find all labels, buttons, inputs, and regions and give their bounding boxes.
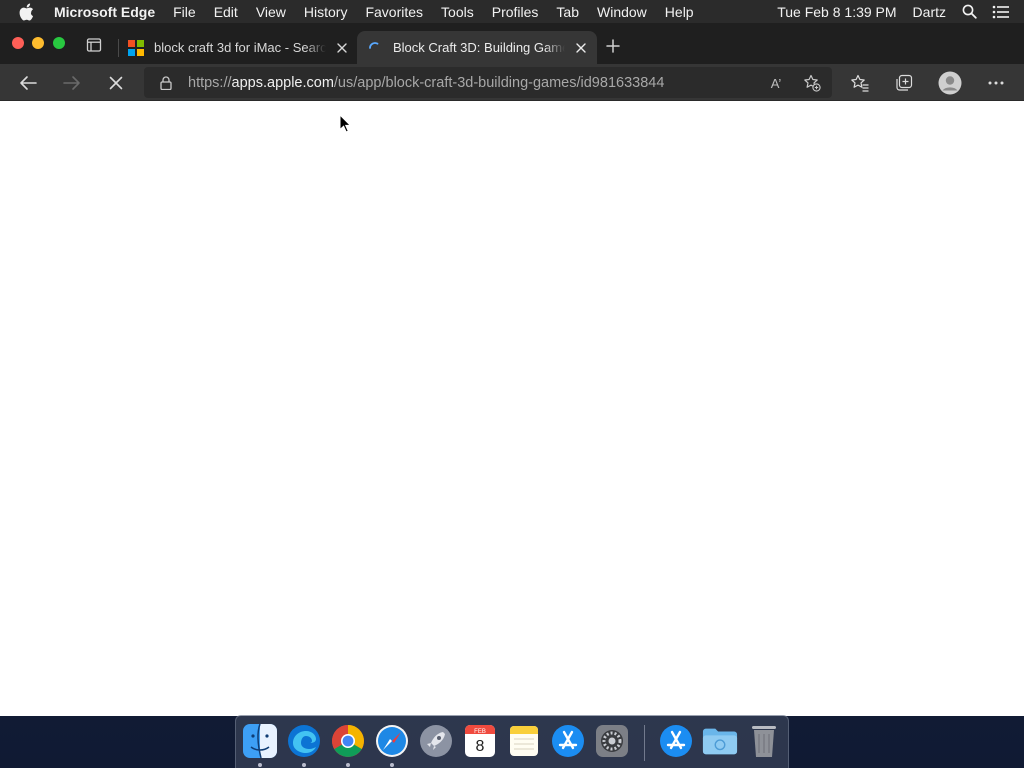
- menubar-user-name[interactable]: Dartz: [913, 4, 946, 20]
- tab-actions-menu-icon[interactable]: [84, 35, 104, 55]
- favorites-icon[interactable]: [849, 72, 871, 94]
- window-minimize-button[interactable]: [32, 37, 44, 49]
- browser-window: block craft 3d for iMac - Search Block C…: [0, 23, 1024, 716]
- forward-arrow-icon[interactable]: [61, 72, 83, 94]
- close-tab-icon[interactable]: [334, 40, 350, 56]
- dock-launchpad-icon[interactable]: [418, 722, 454, 760]
- back-arrow-icon[interactable]: [17, 72, 39, 94]
- collections-icon[interactable]: [893, 72, 915, 94]
- menu-edit[interactable]: Edit: [214, 4, 238, 20]
- menu-history[interactable]: History: [304, 4, 348, 20]
- tab-block-craft-active[interactable]: Block Craft 3D: Building Games: [357, 31, 597, 64]
- tab-title: block craft 3d for iMac - Search: [154, 40, 326, 55]
- menu-tab[interactable]: Tab: [556, 4, 579, 20]
- add-favorite-icon[interactable]: [802, 73, 822, 93]
- dock-finder-icon[interactable]: [242, 722, 278, 760]
- macos-dock: FEB 8: [235, 715, 789, 768]
- dock-separator: [644, 725, 645, 761]
- url-host: apps.apple.com: [231, 74, 334, 91]
- apple-logo-icon[interactable]: [18, 2, 38, 22]
- dock-safari-icon[interactable]: [374, 722, 410, 760]
- running-indicator: [346, 763, 350, 767]
- stop-loading-icon[interactable]: [105, 72, 127, 94]
- url-scheme: https://: [188, 74, 232, 91]
- new-tab-plus-icon[interactable]: [603, 36, 623, 56]
- dock-edge-icon[interactable]: [286, 722, 322, 760]
- tab-title: Block Craft 3D: Building Games: [393, 40, 565, 55]
- menu-view[interactable]: View: [256, 4, 286, 20]
- running-indicator: [302, 763, 306, 767]
- menu-favorites[interactable]: Favorites: [365, 4, 423, 20]
- dock-downloads-folder-icon[interactable]: [702, 722, 738, 760]
- menu-window[interactable]: Window: [597, 4, 647, 20]
- window-close-button[interactable]: [12, 37, 24, 49]
- browser-toolbar: https://apps.apple.com/us/app/block-craf…: [0, 64, 1024, 101]
- control-center-list-icon[interactable]: [992, 3, 1010, 21]
- url-text[interactable]: https://apps.apple.com/us/app/block-craf…: [188, 75, 664, 91]
- menu-profiles[interactable]: Profiles: [492, 4, 539, 20]
- dock-notes-icon[interactable]: [506, 722, 542, 760]
- spotlight-search-icon[interactable]: [960, 3, 978, 21]
- dock-applications-folder-icon[interactable]: [658, 722, 694, 760]
- dock-system-preferences-icon[interactable]: [594, 722, 630, 760]
- dock-chrome-icon[interactable]: [330, 722, 366, 760]
- menu-file[interactable]: File: [173, 4, 196, 20]
- svg-text:8: 8: [476, 738, 485, 755]
- menu-help[interactable]: Help: [665, 4, 694, 20]
- tab-search-results[interactable]: block craft 3d for iMac - Search: [118, 31, 356, 64]
- lock-icon[interactable]: [158, 75, 174, 91]
- microsoft-logo-icon: [128, 39, 144, 56]
- address-bar[interactable]: https://apps.apple.com/us/app/block-craf…: [144, 67, 832, 98]
- running-indicator: [390, 763, 394, 767]
- mouse-cursor-icon: [339, 113, 352, 133]
- menubar-status-area: Tue Feb 8 1:39 PM Dartz: [777, 0, 1024, 23]
- read-aloud-icon[interactable]: A’: [766, 73, 786, 93]
- close-tab-icon[interactable]: [573, 40, 589, 56]
- menubar-clock[interactable]: Tue Feb 8 1:39 PM: [777, 4, 896, 20]
- profile-avatar-icon[interactable]: [937, 70, 963, 96]
- macos-menu-bar: Microsoft Edge File Edit View History Fa…: [0, 0, 1024, 23]
- window-zoom-button[interactable]: [53, 37, 65, 49]
- menu-tools[interactable]: Tools: [441, 4, 474, 20]
- dock-calendar-icon[interactable]: FEB 8: [462, 722, 498, 760]
- url-path: /us/app/block-craft-3d-building-games/id…: [333, 74, 665, 91]
- menu-app-name[interactable]: Microsoft Edge: [54, 4, 155, 20]
- page-content-loading[interactable]: [0, 102, 1024, 716]
- dock-trash-icon[interactable]: [746, 722, 782, 760]
- loading-spinner-icon: [367, 40, 383, 56]
- running-indicator: [258, 763, 262, 767]
- more-options-icon[interactable]: [985, 72, 1007, 94]
- svg-text:FEB: FEB: [474, 729, 486, 735]
- tab-strip: block craft 3d for iMac - Search Block C…: [0, 23, 1024, 64]
- dock-app-store-icon[interactable]: [550, 722, 586, 760]
